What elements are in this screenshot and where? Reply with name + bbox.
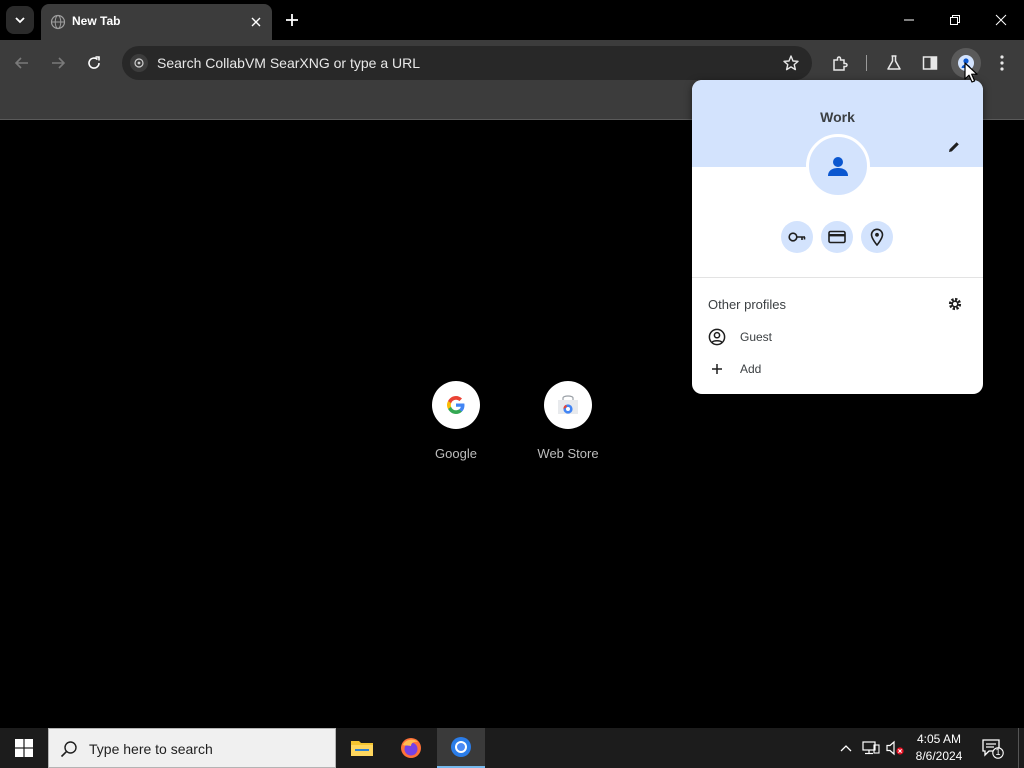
tab-search-button[interactable] (6, 6, 34, 34)
taskbar-clock[interactable]: 4:05 AM 8/6/2024 (906, 731, 972, 765)
notification-count: 1 (995, 747, 1001, 757)
labs-button[interactable] (881, 50, 907, 76)
other-profiles-heading: Other profiles (708, 297, 787, 312)
guest-icon (708, 328, 726, 346)
arrow-right-icon (52, 57, 66, 69)
google-logo-icon (447, 396, 465, 414)
payment-methods-button[interactable] (821, 221, 853, 253)
side-panel-icon (922, 56, 938, 70)
shortcut-tile (432, 381, 480, 429)
minimize-icon (904, 19, 914, 21)
browser-tab-strip: New Tab (0, 0, 1024, 40)
plus-icon (286, 14, 298, 26)
file-explorer-icon (351, 741, 373, 756)
chevron-down-icon (15, 17, 25, 24)
firefox-icon (401, 738, 421, 758)
passwords-button[interactable] (781, 221, 813, 253)
chevron-up-icon (840, 745, 852, 752)
address-bar-placeholder: Search CollabVM SearXNG or type a URL (157, 55, 420, 71)
shortcut-google[interactable]: Google (408, 381, 504, 461)
taskbar-chrome[interactable] (437, 728, 485, 768)
shortcut-label: Google (435, 446, 477, 461)
tab-title: New Tab (72, 14, 121, 28)
action-center-button[interactable]: 1 (980, 736, 1004, 760)
profile-item-add[interactable]: Add (692, 354, 983, 384)
profile-menu: Work Other profiles Guest Add (692, 80, 983, 394)
payment-card-icon (828, 230, 846, 244)
network-icon (862, 741, 880, 755)
more-vert-icon (1000, 55, 1004, 71)
search-icon (60, 741, 77, 758)
close-icon (251, 17, 261, 27)
browser-menu-button[interactable] (989, 50, 1015, 76)
volume-tray-icon[interactable] (885, 738, 905, 758)
reload-button[interactable] (80, 49, 108, 77)
taskbar-file-explorer[interactable] (338, 728, 386, 768)
globe-icon (50, 14, 66, 30)
shortcut-web-store[interactable]: Web Store (520, 381, 616, 461)
profile-avatar[interactable] (806, 134, 870, 198)
volume-muted-icon (886, 740, 904, 756)
restore-button[interactable] (932, 0, 978, 40)
shortcut-tile (544, 381, 592, 429)
start-button[interactable] (0, 728, 48, 768)
clock-date: 8/6/2024 (915, 749, 963, 763)
show-hidden-icons-button[interactable] (836, 738, 856, 758)
location-pin-icon (870, 228, 884, 246)
profile-item-label: Guest (740, 330, 773, 344)
close-icon (995, 14, 1007, 26)
arrow-left-icon (14, 57, 28, 69)
puzzle-icon (833, 56, 848, 71)
show-desktop-button[interactable] (1018, 728, 1024, 768)
new-tab-button[interactable] (280, 8, 304, 32)
toolbar-separator (866, 55, 867, 71)
profile-item-label: Add (740, 362, 762, 376)
address-bar[interactable]: Search CollabVM SearXNG or type a URL (122, 46, 812, 80)
mouse-cursor-icon (964, 62, 978, 83)
close-window-button[interactable] (978, 0, 1024, 40)
desktop: New Tab Search CollabVM SearXNG or type … (0, 0, 1024, 768)
side-panel-button[interactable] (917, 50, 943, 76)
shortcut-label: Web Store (537, 446, 599, 461)
flask-icon (887, 55, 901, 70)
windows-logo-icon (15, 739, 33, 757)
forward-button[interactable] (44, 49, 72, 77)
password-key-icon (788, 232, 806, 242)
addresses-button[interactable] (861, 221, 893, 253)
chrome-icon (451, 737, 471, 757)
profile-name: Work (820, 109, 855, 125)
web-store-icon (558, 395, 578, 414)
gear-icon (948, 297, 962, 311)
minimize-button[interactable] (886, 0, 932, 40)
restore-icon (950, 15, 960, 25)
network-tray-icon[interactable] (861, 738, 881, 758)
pencil-icon (949, 142, 959, 152)
taskbar-search-placeholder: Type here to search (89, 741, 213, 757)
edit-profile-button[interactable] (944, 137, 964, 157)
tab-close-button[interactable] (246, 12, 266, 32)
taskbar-firefox[interactable] (387, 728, 435, 768)
profile-item-guest[interactable]: Guest (692, 322, 983, 352)
plus-icon (712, 364, 722, 374)
tab-new-tab[interactable]: New Tab (41, 4, 272, 40)
reload-icon (88, 56, 100, 69)
back-button[interactable] (8, 49, 36, 77)
bookmark-star-icon[interactable] (782, 54, 800, 72)
divider (692, 277, 983, 278)
person-icon (828, 157, 848, 176)
manage-profiles-button[interactable] (946, 295, 964, 313)
site-info-icon[interactable] (130, 54, 148, 72)
taskbar-search-box[interactable]: Type here to search (48, 728, 336, 768)
clock-time: 4:05 AM (916, 732, 962, 746)
extensions-button[interactable] (827, 50, 853, 76)
windows-taskbar: Type here to search 4:05 AM 8/6/2024 1 (0, 728, 1024, 768)
